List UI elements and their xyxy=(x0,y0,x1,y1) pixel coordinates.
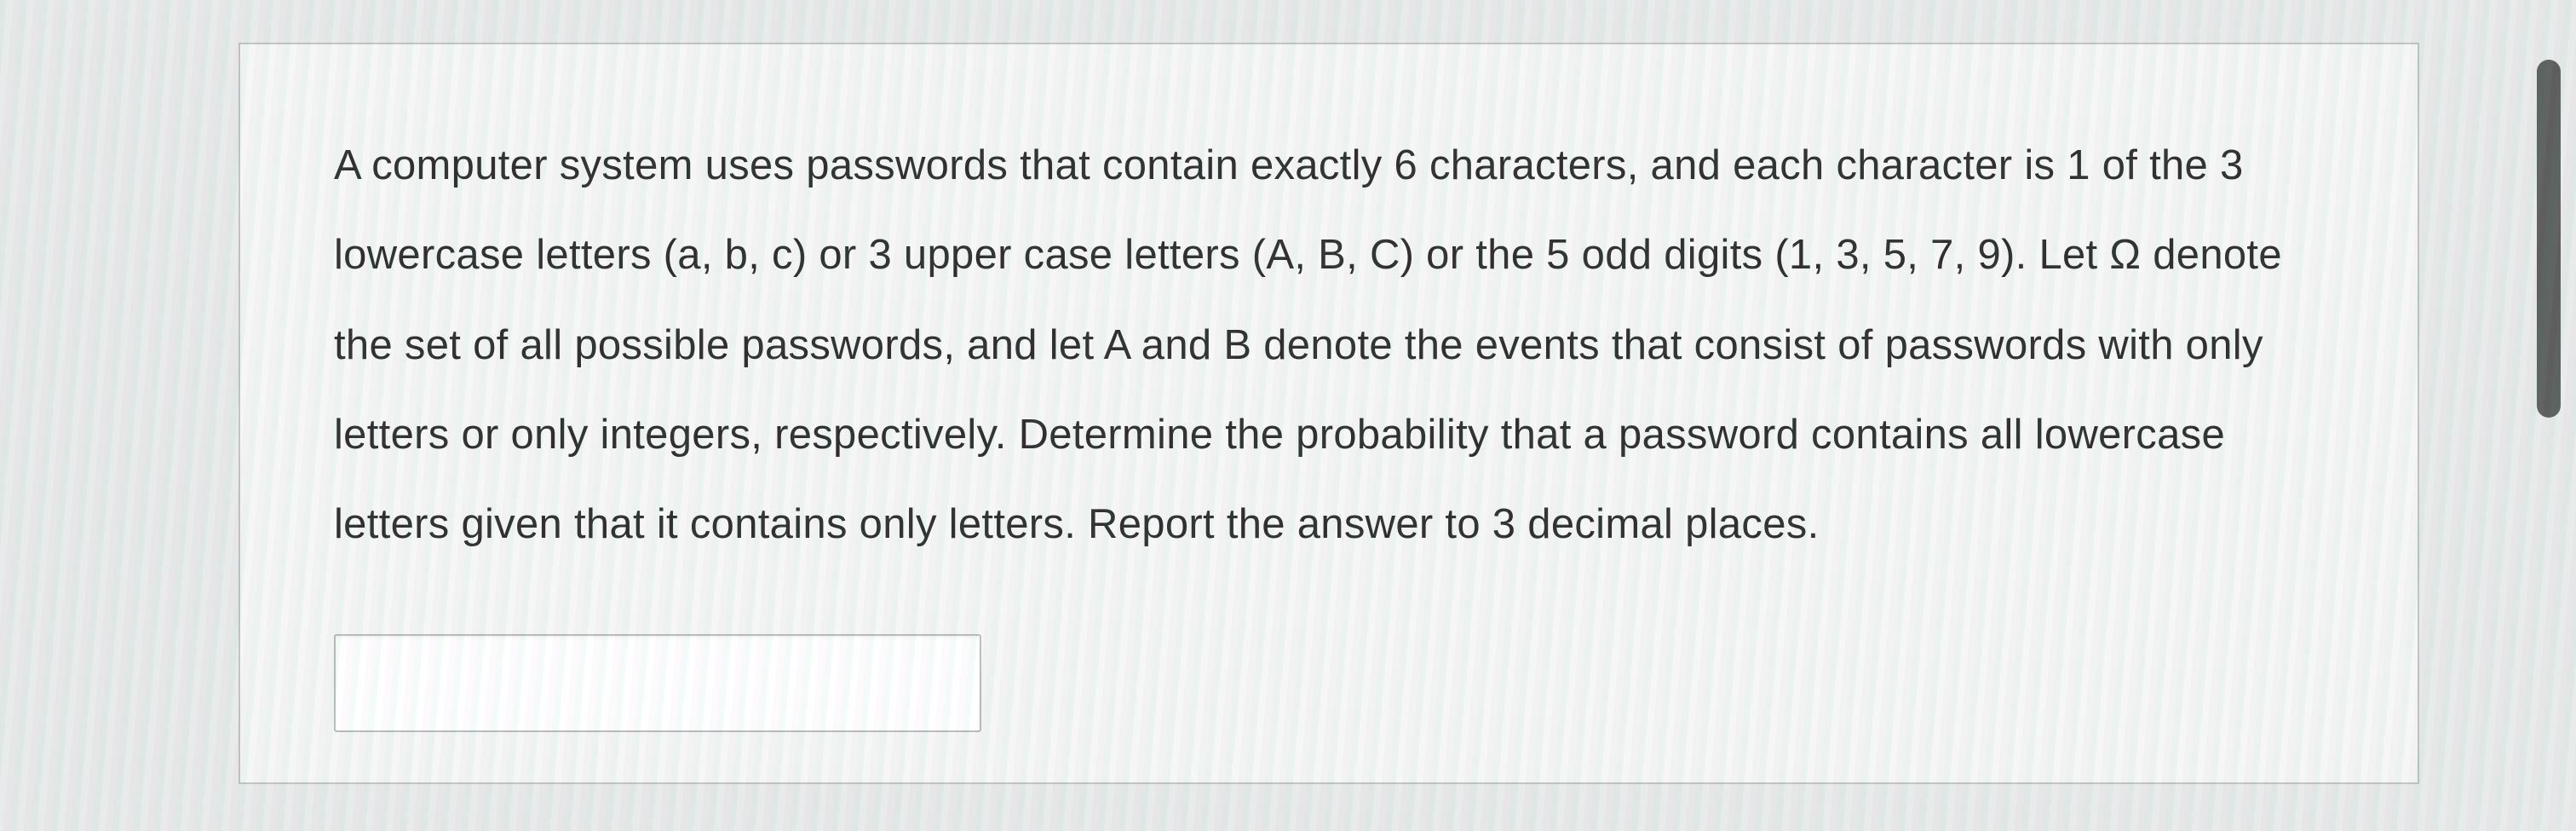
scrollbar-thumb[interactable] xyxy=(2537,60,2561,418)
question-box: A computer system uses passwords that co… xyxy=(239,43,2419,784)
question-text: A computer system uses passwords that co… xyxy=(334,121,2324,570)
answer-input[interactable] xyxy=(334,634,981,732)
